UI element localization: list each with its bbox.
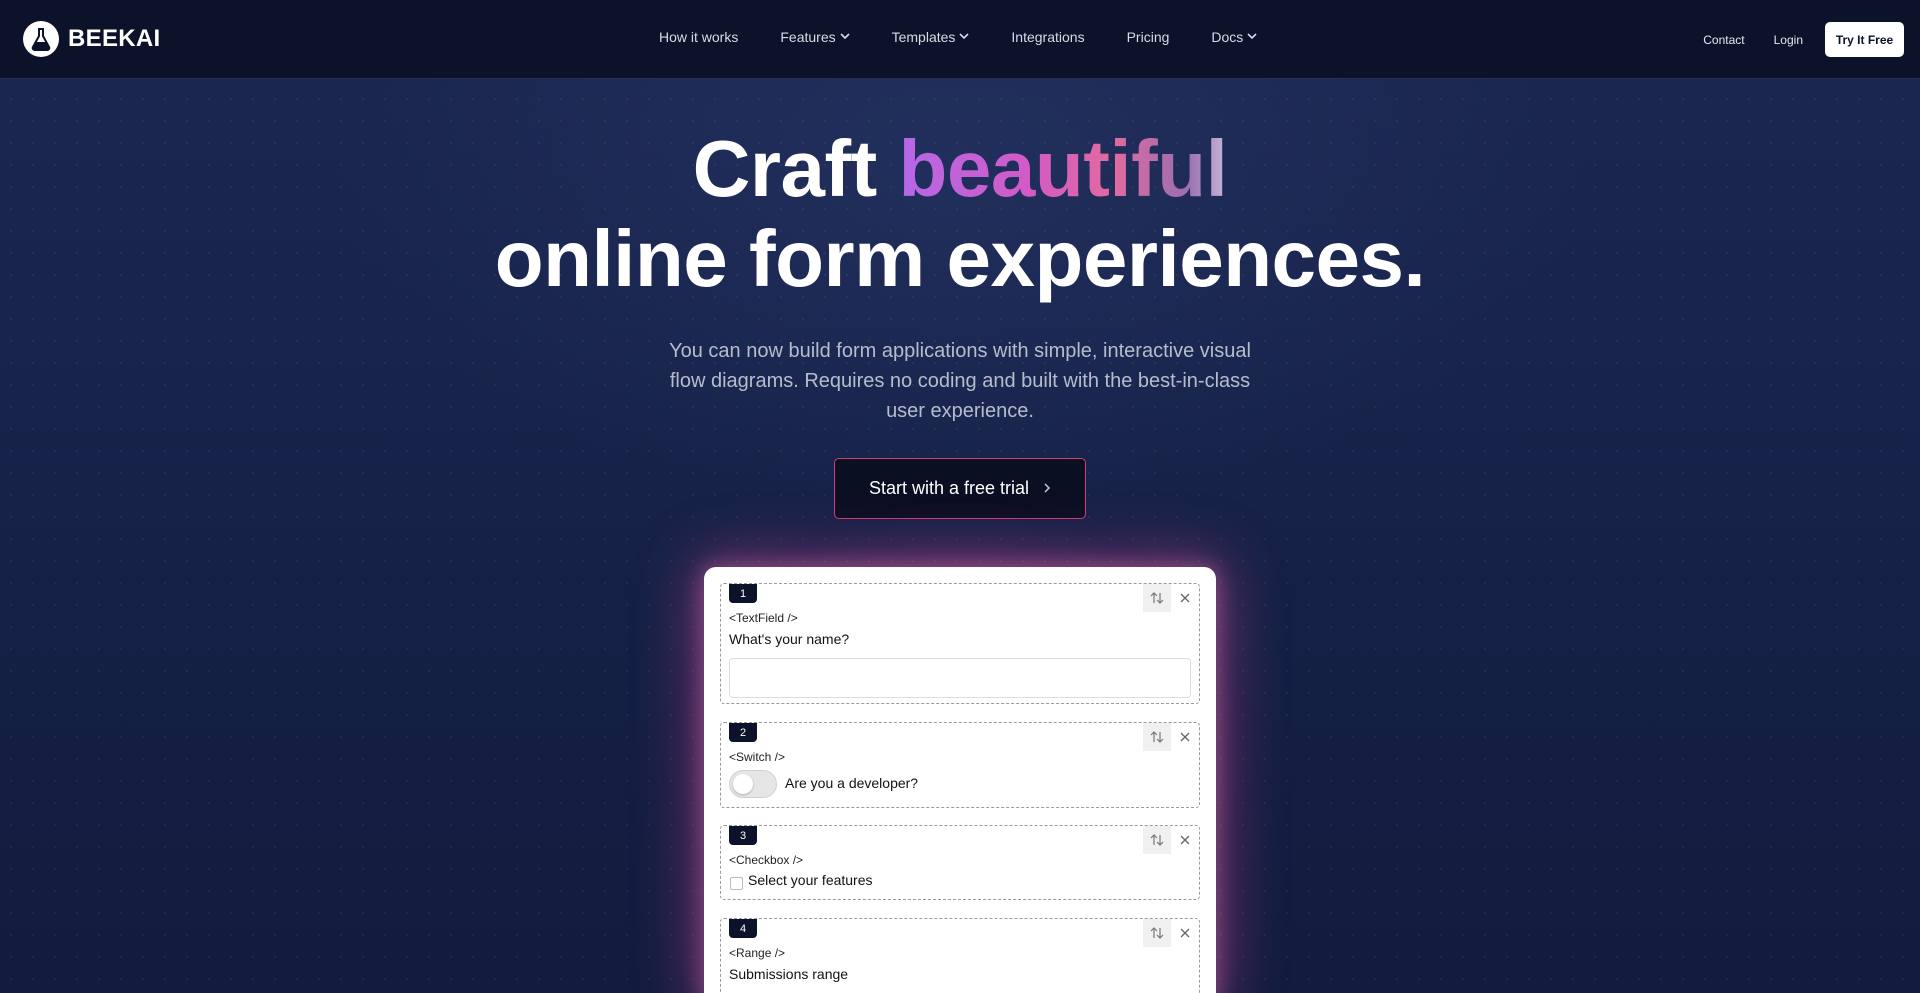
- reorder-icon[interactable]: [1143, 826, 1171, 854]
- form-field-range[interactable]: 4 <Range /> Submissions range: [720, 918, 1200, 993]
- field-label: Select your features: [748, 872, 873, 888]
- component-tag: <TextField />: [729, 611, 798, 625]
- nav-features[interactable]: Features: [780, 29, 850, 45]
- top-navbar: BEEKAI How it works Features Templates I…: [0, 0, 1920, 79]
- features-checkbox[interactable]: [730, 877, 743, 890]
- form-field-textfield[interactable]: 1 <TextField /> What's your name?: [720, 583, 1200, 704]
- brand-logo[interactable]: BEEKAI: [23, 21, 160, 57]
- field-tools: [1143, 826, 1199, 854]
- nav-templates-label: Templates: [891, 29, 956, 45]
- hero-subtitle: You can now build form applications with…: [669, 340, 1251, 422]
- field-index-badge: 3: [729, 826, 757, 845]
- nav-how-it-works[interactable]: How it works: [659, 29, 738, 45]
- field-tools: [1143, 919, 1199, 947]
- reorder-icon[interactable]: [1143, 723, 1171, 751]
- close-icon[interactable]: [1171, 723, 1199, 751]
- nav-docs-label: Docs: [1211, 29, 1244, 45]
- switch-knob: [733, 774, 753, 794]
- nav-pricing-label: Pricing: [1126, 29, 1170, 45]
- chevron-down-icon: [840, 32, 850, 43]
- field-tools: [1143, 723, 1199, 751]
- form-builder-preview: 1 <TextField /> What's your name? 2 <Swi…: [704, 567, 1216, 993]
- flask-icon: [23, 21, 59, 57]
- nav-how-it-works-label: How it works: [659, 29, 739, 45]
- reorder-icon[interactable]: [1143, 584, 1171, 612]
- chevron-down-icon: [959, 32, 969, 43]
- field-index-badge: 4: [729, 919, 757, 938]
- main-nav: How it works Features Templates Integrat…: [659, 29, 1257, 45]
- field-index-badge: 2: [729, 723, 757, 742]
- field-label: Are you a developer?: [785, 775, 919, 791]
- form-field-switch[interactable]: 2 <Switch /> Are you a developer?: [720, 722, 1200, 808]
- chevron-right-icon: [1043, 481, 1051, 499]
- nav-actions: Contact Login Try It Free: [1703, 22, 1904, 57]
- brand-name: BEEKAI: [68, 25, 161, 52]
- form-field-checkbox[interactable]: 3 <Checkbox /> Select your features: [720, 825, 1200, 900]
- login-link[interactable]: Login: [1774, 33, 1803, 47]
- close-icon[interactable]: [1171, 584, 1199, 612]
- nav-pricing[interactable]: Pricing: [1127, 29, 1170, 45]
- developer-switch[interactable]: [729, 770, 777, 798]
- hero-title-highlight: beautiful: [898, 124, 1228, 213]
- nav-templates[interactable]: Templates: [892, 29, 970, 45]
- hero-title-plain: Craft: [692, 124, 878, 213]
- cta-label: Start with a free trial: [868, 478, 1030, 498]
- try-it-free-button[interactable]: Try It Free: [1825, 22, 1904, 57]
- component-tag: <Switch />: [729, 750, 786, 764]
- name-input[interactable]: [729, 658, 1191, 698]
- nav-integrations-label: Integrations: [1011, 29, 1085, 45]
- close-icon[interactable]: [1171, 826, 1199, 854]
- reorder-icon[interactable]: [1143, 919, 1171, 947]
- hero-title-line-1: Craft beautiful: [0, 124, 1920, 214]
- component-tag: <Range />: [729, 946, 786, 960]
- nav-integrations[interactable]: Integrations: [1011, 29, 1084, 45]
- hero-title-line-2: online form experiences.: [494, 214, 1426, 303]
- field-tools: [1143, 584, 1199, 612]
- component-tag: <Checkbox />: [729, 853, 804, 867]
- field-label: Submissions range: [729, 966, 849, 982]
- start-free-trial-button[interactable]: Start with a free trial: [834, 458, 1086, 519]
- contact-link[interactable]: Contact: [1703, 33, 1744, 47]
- field-label: What's your name?: [729, 631, 850, 647]
- field-index-badge: 1: [729, 584, 757, 603]
- nav-features-label: Features: [780, 29, 836, 45]
- chevron-down-icon: [1247, 32, 1257, 43]
- close-icon[interactable]: [1171, 919, 1199, 947]
- nav-docs[interactable]: Docs: [1211, 29, 1257, 45]
